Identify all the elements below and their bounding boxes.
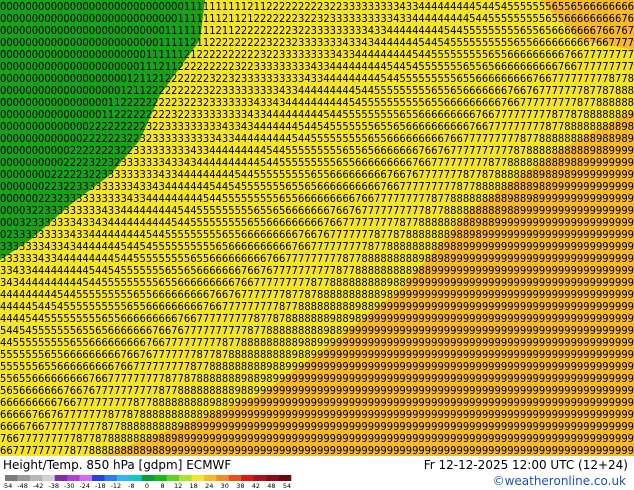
valid-time: Fr 12-12-2025 12:00 UTC (12+24): [423, 458, 628, 472]
legend-swatch: [5, 475, 18, 481]
legend-tick-label: 48: [267, 482, 275, 489]
legend-swatch: [54, 475, 68, 481]
map-canvas: 0000000000000000000000000000011111111112…: [0, 0, 634, 456]
legend-bar: -54 -48 -42 -38 -30 -24 -18 -12 -8 0 8 12 18 24 30 38 42…: [3, 475, 292, 489]
legend-swatch: [253, 475, 267, 481]
legend-tick-label: 54: [283, 482, 291, 489]
map-title: Height/Temp. 850 hPa [gdpm] ECMWF: [3, 458, 232, 472]
legend-swatch: [116, 475, 130, 481]
legend-swatch: [191, 475, 205, 481]
legend-swatch: [179, 475, 192, 481]
legend-tick-label: -12: [111, 482, 122, 489]
legend-tick-label: -42: [33, 482, 44, 489]
legend-tick-label: -38: [48, 482, 59, 489]
temperature-map: 0000000000000000000000000000011111111112…: [0, 0, 634, 456]
legend-swatch: [166, 475, 180, 481]
legend-swatch: [154, 475, 167, 481]
footer-bar: Height/Temp. 850 hPa [gdpm] ECMWF Fr 12-…: [0, 456, 634, 490]
legend-swatch: [42, 475, 56, 481]
legend-tick-label: 30: [221, 482, 229, 489]
legend-swatch: [203, 475, 217, 481]
legend-tick-label: 42: [252, 482, 260, 489]
legend-tick-label: 0: [145, 482, 149, 489]
legend-swatch: [266, 475, 279, 481]
legend-tick-label: 12: [174, 482, 182, 489]
legend-swatch: [104, 475, 118, 481]
legend-swatch: [92, 475, 105, 481]
legend-tick-label: 18: [190, 482, 198, 489]
legend-tick-label: -30: [64, 482, 75, 489]
digit-row: 6677777777787788888888898899999999999999…: [0, 444, 634, 456]
legend-tick-label: -24: [79, 482, 90, 489]
legend-swatch: [141, 475, 155, 481]
legend-swatch: [129, 475, 143, 481]
legend-swatch: [278, 475, 292, 481]
legend-tick-label: -48: [17, 482, 28, 489]
credit-link[interactable]: ©weatheronline.co.uk: [493, 474, 626, 488]
digit-grid: 0000000000000000000000000000011111111112…: [0, 0, 634, 456]
legend-tick-label: 24: [205, 482, 213, 489]
legend-swatch: [29, 475, 43, 481]
legend-tick-label: 38: [236, 482, 244, 489]
legend-swatch: [79, 475, 93, 481]
legend-tick-label: -18: [95, 482, 106, 489]
legend-swatch: [67, 475, 80, 481]
legend-swatch: [241, 475, 254, 481]
legend-tick-label: -8: [128, 482, 134, 489]
legend-tick-label: 8: [160, 482, 164, 489]
legend-swatch: [17, 475, 31, 481]
legend-swatch: [216, 475, 230, 481]
color-legend: -54 -48 -42 -38 -30 -24 -18 -12 -8 0 8 12 18 24 30 38 42…: [3, 475, 293, 489]
legend-tick-label: -54: [3, 482, 12, 489]
legend-swatch: [228, 475, 242, 481]
